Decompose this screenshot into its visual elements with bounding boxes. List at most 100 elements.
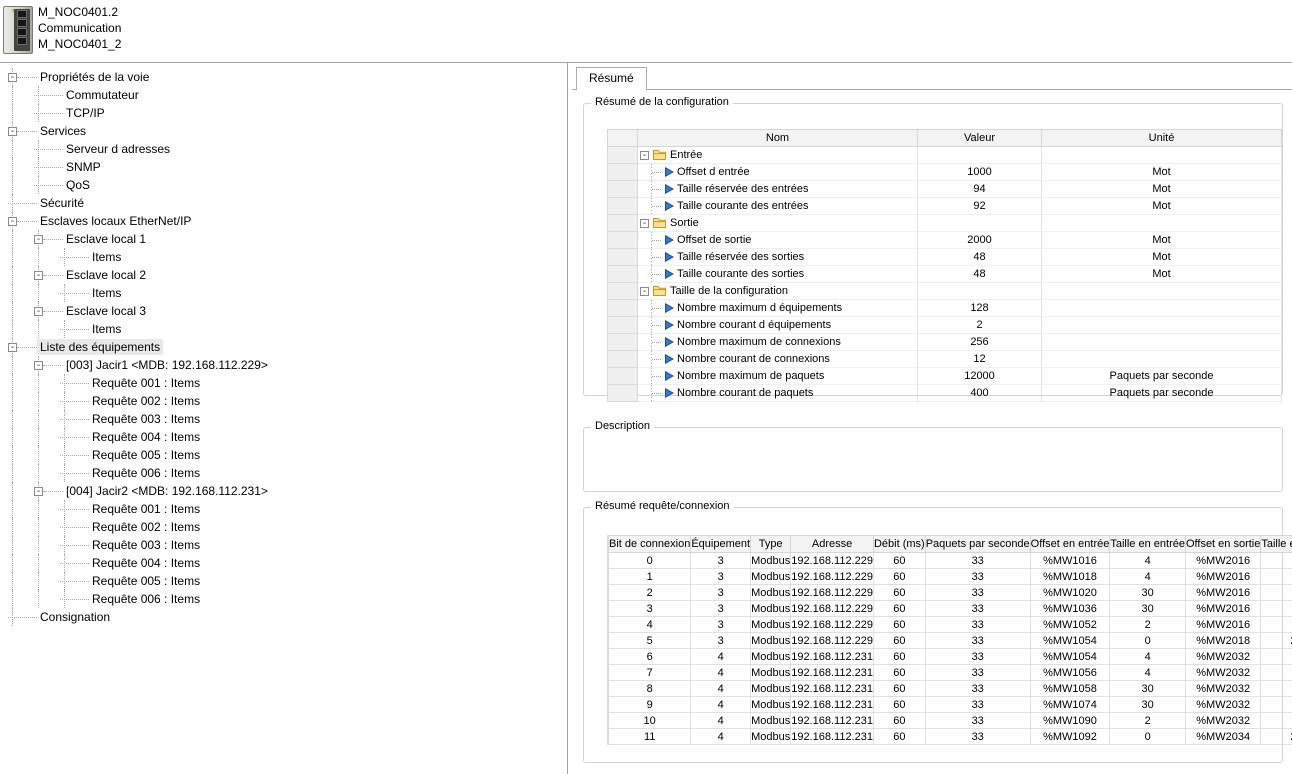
- request-row[interactable]: 64Modbus192.168.112.2316033%MW10544%MW20…: [608, 649, 1292, 665]
- folder-icon: [652, 285, 667, 297]
- column-header[interactable]: Taille en sortie: [1261, 536, 1292, 553]
- tree-item[interactable]: -Esclave local 3: [0, 302, 567, 320]
- minus-expander-icon[interactable]: -: [640, 151, 649, 160]
- tree-item[interactable]: TCP/IP: [0, 104, 567, 122]
- tree-connector: [652, 172, 661, 173]
- tree-connector: [60, 599, 89, 600]
- config-row[interactable]: Nombre courant de paquets400Paquets par …: [608, 385, 1282, 402]
- column-header[interactable]: Adresse: [791, 536, 874, 553]
- config-row[interactable]: -Taille de la configuration: [608, 283, 1282, 300]
- minus-expander-icon[interactable]: -: [640, 287, 649, 296]
- request-row[interactable]: 94Modbus192.168.112.2316033%MW107430%MW2…: [608, 697, 1292, 713]
- request-row[interactable]: 84Modbus192.168.112.2316033%MW105830%MW2…: [608, 681, 1292, 697]
- tree-item-label: Requête 002 : Items: [89, 519, 203, 535]
- column-header[interactable]: Offset en entrée: [1030, 536, 1110, 553]
- tree-item[interactable]: Consignation: [0, 608, 567, 626]
- minus-expander-icon[interactable]: -: [34, 307, 43, 316]
- request-row[interactable]: 13Modbus192.168.112.2296033%MW10184%MW20…: [608, 569, 1292, 585]
- config-row[interactable]: Nombre maximum de connexions256: [608, 334, 1282, 351]
- column-header[interactable]: Débit (ms): [873, 536, 925, 553]
- tree-item[interactable]: Requête 006 : Items: [0, 464, 567, 482]
- minus-expander-icon[interactable]: -: [640, 219, 649, 228]
- config-row[interactable]: Taille courante des sorties48Mot: [608, 266, 1282, 283]
- minus-expander-icon[interactable]: -: [8, 217, 17, 226]
- column-header[interactable]: Paquets par seconde: [925, 536, 1030, 553]
- request-summary-table[interactable]: Bit de connexionÉquipementTypeAdresseDéb…: [607, 535, 1292, 745]
- column-header[interactable]: Équipement: [691, 536, 751, 553]
- request-summary-group-label: Résumé requête/connexion: [591, 500, 734, 512]
- tree-item[interactable]: -Propriétés de la voie: [0, 68, 567, 86]
- minus-expander-icon[interactable]: -: [8, 73, 17, 82]
- tree-item[interactable]: Serveur d adresses: [0, 140, 567, 158]
- tree-item[interactable]: Requête 004 : Items: [0, 554, 567, 572]
- tree-item[interactable]: Requête 002 : Items: [0, 392, 567, 410]
- request-row[interactable]: 23Modbus192.168.112.2296033%MW102030%MW2…: [608, 585, 1292, 601]
- tree-item[interactable]: -Services: [0, 122, 567, 140]
- config-summary-table[interactable]: NomValeurUnité-EntréeOffset d entrée1000…: [607, 129, 1282, 402]
- column-header[interactable]: Type: [751, 536, 791, 553]
- minus-expander-icon[interactable]: -: [34, 271, 43, 280]
- tree-connector: [652, 308, 661, 309]
- column-header-row-header[interactable]: [608, 130, 638, 147]
- tree-item[interactable]: Items: [0, 248, 567, 266]
- tree-item[interactable]: Sécurité: [0, 194, 567, 212]
- tree-item[interactable]: Items: [0, 284, 567, 302]
- tree-item[interactable]: Requête 001 : Items: [0, 500, 567, 518]
- tree-item[interactable]: -Esclave local 1: [0, 230, 567, 248]
- tree-item[interactable]: Items: [0, 320, 567, 338]
- config-row[interactable]: Offset de sortie2000Mot: [608, 232, 1282, 249]
- request-row[interactable]: 74Modbus192.168.112.2316033%MW10564%MW20…: [608, 665, 1292, 681]
- column-header[interactable]: Taille en entrée: [1110, 536, 1186, 553]
- config-row[interactable]: Nombre maximum d équipements128: [608, 300, 1282, 317]
- column-header[interactable]: Bit de connexion: [609, 536, 691, 553]
- request-row[interactable]: 53Modbus192.168.112.2296033%MW10540%MW20…: [608, 633, 1292, 649]
- column-header-valeur[interactable]: Valeur: [918, 130, 1042, 147]
- tree-guide-line: [38, 248, 39, 266]
- tree-item[interactable]: Requête 002 : Items: [0, 518, 567, 536]
- config-row[interactable]: -Entrée: [608, 147, 1282, 164]
- column-header[interactable]: Offset en sortie: [1185, 536, 1260, 553]
- data-cell: 60: [873, 617, 925, 633]
- tab-resume[interactable]: Résumé: [576, 67, 647, 90]
- request-row[interactable]: 03Modbus192.168.112.2296033%MW10164%MW20…: [608, 553, 1292, 569]
- config-row[interactable]: Nombre maximum de paquets12000Paquets pa…: [608, 368, 1282, 385]
- name-cell-content: Nombre courant d équipements: [638, 317, 917, 333]
- config-row[interactable]: Taille courante des entrées92Mot: [608, 198, 1282, 215]
- minus-expander-icon[interactable]: -: [8, 343, 17, 352]
- tree-item[interactable]: Requête 005 : Items: [0, 446, 567, 464]
- tree-item[interactable]: -[003] Jacir1 <MDB: 192.168.112.229>: [0, 356, 567, 374]
- row-header-cell: [608, 215, 638, 232]
- config-row[interactable]: Nombre courant d équipements2: [608, 317, 1282, 334]
- minus-expander-icon[interactable]: -: [8, 127, 17, 136]
- column-header-unite[interactable]: Unité: [1042, 130, 1282, 147]
- data-cell: 0: [1261, 665, 1292, 681]
- tree-item[interactable]: Requête 004 : Items: [0, 428, 567, 446]
- request-row[interactable]: 33Modbus192.168.112.2296033%MW103630%MW2…: [608, 601, 1292, 617]
- config-row[interactable]: -Sortie: [608, 215, 1282, 232]
- tree-item[interactable]: -Esclaves locaux EtherNet/IP: [0, 212, 567, 230]
- request-row[interactable]: 114Modbus192.168.112.2316033%MW10920%MW2…: [608, 729, 1292, 745]
- unit-cell: Mot: [1042, 266, 1282, 283]
- config-row[interactable]: Taille réservée des sorties48Mot: [608, 249, 1282, 266]
- tree-item[interactable]: Requête 001 : Items: [0, 374, 567, 392]
- request-row[interactable]: 43Modbus192.168.112.2296033%MW10522%MW20…: [608, 617, 1292, 633]
- minus-expander-icon[interactable]: -: [34, 361, 43, 370]
- config-row[interactable]: Taille réservée des entrées94Mot: [608, 181, 1282, 198]
- minus-expander-icon[interactable]: -: [34, 235, 43, 244]
- tree-item[interactable]: Commutateur: [0, 86, 567, 104]
- config-row[interactable]: Offset d entrée1000Mot: [608, 164, 1282, 181]
- tree-item[interactable]: Requête 006 : Items: [0, 590, 567, 608]
- tree-connector: [60, 473, 89, 474]
- tree-item[interactable]: -Esclave local 2: [0, 266, 567, 284]
- tree-item[interactable]: QoS: [0, 176, 567, 194]
- tree-item[interactable]: SNMP: [0, 158, 567, 176]
- request-row[interactable]: 104Modbus192.168.112.2316033%MW10902%MW2…: [608, 713, 1292, 729]
- tree-item[interactable]: Requête 003 : Items: [0, 536, 567, 554]
- minus-expander-icon[interactable]: -: [34, 487, 43, 496]
- config-row[interactable]: Nombre courant de connexions12: [608, 351, 1282, 368]
- tree-item[interactable]: -Liste des équipements: [0, 338, 567, 356]
- column-header-nom[interactable]: Nom: [638, 130, 918, 147]
- tree-item[interactable]: -[004] Jacir2 <MDB: 192.168.112.231>: [0, 482, 567, 500]
- tree-item[interactable]: Requête 003 : Items: [0, 410, 567, 428]
- tree-item[interactable]: Requête 005 : Items: [0, 572, 567, 590]
